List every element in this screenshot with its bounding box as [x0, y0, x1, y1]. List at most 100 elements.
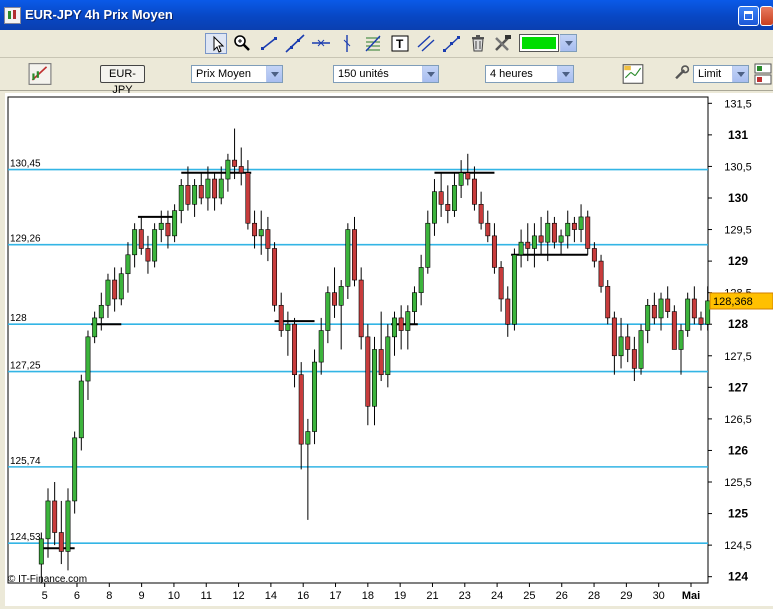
buy-sell-button[interactable]: [753, 62, 773, 86]
order-tool-button[interactable]: [672, 64, 690, 82]
price-type-value: Prix Moyen: [196, 68, 252, 80]
window-titlebar: EUR-JPY 4h Prix Moyen: [0, 0, 773, 30]
horizontal-line-icon: [312, 39, 330, 47]
candle-down: [605, 286, 611, 319]
order-type-select[interactable]: Limit: [693, 65, 749, 83]
candle-up: [225, 159, 231, 180]
candle-up: [178, 185, 184, 211]
candle-up: [72, 437, 78, 502]
y-tick-label: 125,5: [724, 477, 752, 489]
current-price-label: 128,368: [713, 296, 753, 308]
period-select[interactable]: 4 heures: [485, 65, 574, 83]
fibonacci-icon: [365, 35, 381, 52]
candle-up: [78, 380, 84, 439]
restore-button[interactable]: [738, 6, 759, 26]
candle-up: [451, 185, 457, 211]
order-ticket-icon: [754, 63, 772, 85]
candle-down: [491, 235, 497, 268]
candle-down: [145, 248, 151, 262]
pitchfork-tool-button[interactable]: [441, 33, 463, 54]
candle-down: [691, 298, 697, 319]
draw-color-swatch[interactable]: [519, 34, 559, 52]
candle-up: [432, 191, 437, 224]
candle-up: [705, 300, 711, 325]
y-tick-label: 131,5: [724, 98, 752, 110]
color-dropdown-button[interactable]: [560, 34, 577, 52]
candle-up: [658, 298, 664, 319]
candle-up: [418, 267, 424, 293]
units-select[interactable]: 150 unités: [333, 65, 439, 83]
candle-down: [398, 317, 404, 331]
price-type-select[interactable]: Prix Moyen: [191, 65, 283, 83]
period-value: 4 heures: [490, 68, 533, 80]
vertical-line-icon: [343, 35, 351, 52]
candle-up: [98, 304, 104, 319]
close-button[interactable]: [760, 6, 773, 26]
y-tick-label: 130: [728, 191, 748, 205]
candle-down: [365, 336, 371, 407]
x-tick-label: 9: [139, 590, 145, 602]
price-chart[interactable]: 131,5131130,5130129,5129128,5128127,5127…: [5, 93, 773, 606]
chart-tool-button[interactable]: [28, 62, 52, 86]
x-tick-label: 8: [106, 590, 112, 602]
level-label: 129,26: [10, 234, 41, 245]
candle-up: [318, 330, 324, 363]
candle-down: [498, 267, 504, 300]
candle-up: [531, 235, 537, 249]
candle-up: [405, 311, 411, 331]
candle-down: [272, 248, 278, 306]
candle-up: [578, 216, 584, 230]
candle-up: [92, 317, 98, 338]
candle-up: [85, 336, 91, 382]
drawing-toolbar: [0, 30, 773, 58]
candle-up: [385, 336, 391, 376]
zoom-tool-button[interactable]: [231, 33, 253, 54]
text-tool-button[interactable]: T: [389, 33, 411, 54]
candle-up: [638, 330, 644, 369]
x-tick-label: 23: [459, 590, 471, 602]
x-tick-label: Mai: [682, 590, 700, 602]
x-tick-label: 29: [620, 590, 632, 602]
candle-down: [525, 241, 531, 249]
candle-up: [565, 222, 571, 237]
ray-tool-button[interactable]: [284, 33, 306, 54]
units-value: 150 unités: [338, 68, 389, 80]
x-tick-label: 18: [362, 590, 374, 602]
horizontal-line-tool-button[interactable]: [310, 33, 332, 54]
trendline-tool-button[interactable]: [258, 33, 280, 54]
candle-down: [631, 349, 637, 369]
wrench-icon: [675, 65, 690, 80]
pitchfork-icon: [443, 36, 460, 52]
copyright-footer: © IT-Finance.com: [8, 574, 88, 585]
candle-up: [45, 500, 51, 540]
x-tick-label: 24: [491, 590, 503, 602]
candle-down: [265, 229, 271, 249]
trendline-icon: [261, 37, 277, 50]
candle-down: [232, 159, 238, 167]
trash-icon: [472, 35, 484, 52]
candle-down: [591, 248, 597, 262]
candle-down: [551, 222, 557, 243]
y-tick-label: 129,5: [724, 225, 752, 237]
delete-tool-button[interactable]: [467, 33, 489, 54]
candle-down: [598, 260, 604, 287]
symbol-button[interactable]: EUR-JPY: [100, 65, 145, 96]
candle-down: [245, 172, 251, 224]
candle-up: [645, 304, 651, 331]
candle-up: [325, 292, 331, 331]
candle-down: [292, 323, 298, 376]
candle-down: [352, 229, 357, 281]
x-tick-label: 6: [74, 590, 80, 602]
vertical-line-tool-button[interactable]: [336, 33, 358, 54]
channel-tool-button[interactable]: [415, 33, 437, 54]
candle-up: [158, 222, 164, 230]
text-icon: T: [391, 35, 409, 52]
chart-options-button[interactable]: [621, 62, 645, 86]
channel-icon: [417, 35, 435, 52]
candle-up: [425, 222, 431, 268]
candle-up: [518, 241, 524, 256]
pointer-tool-button[interactable]: [205, 33, 227, 54]
tools-settings-button[interactable]: [492, 33, 514, 54]
fibonacci-tool-button[interactable]: [362, 33, 384, 54]
candle-up: [392, 317, 397, 338]
